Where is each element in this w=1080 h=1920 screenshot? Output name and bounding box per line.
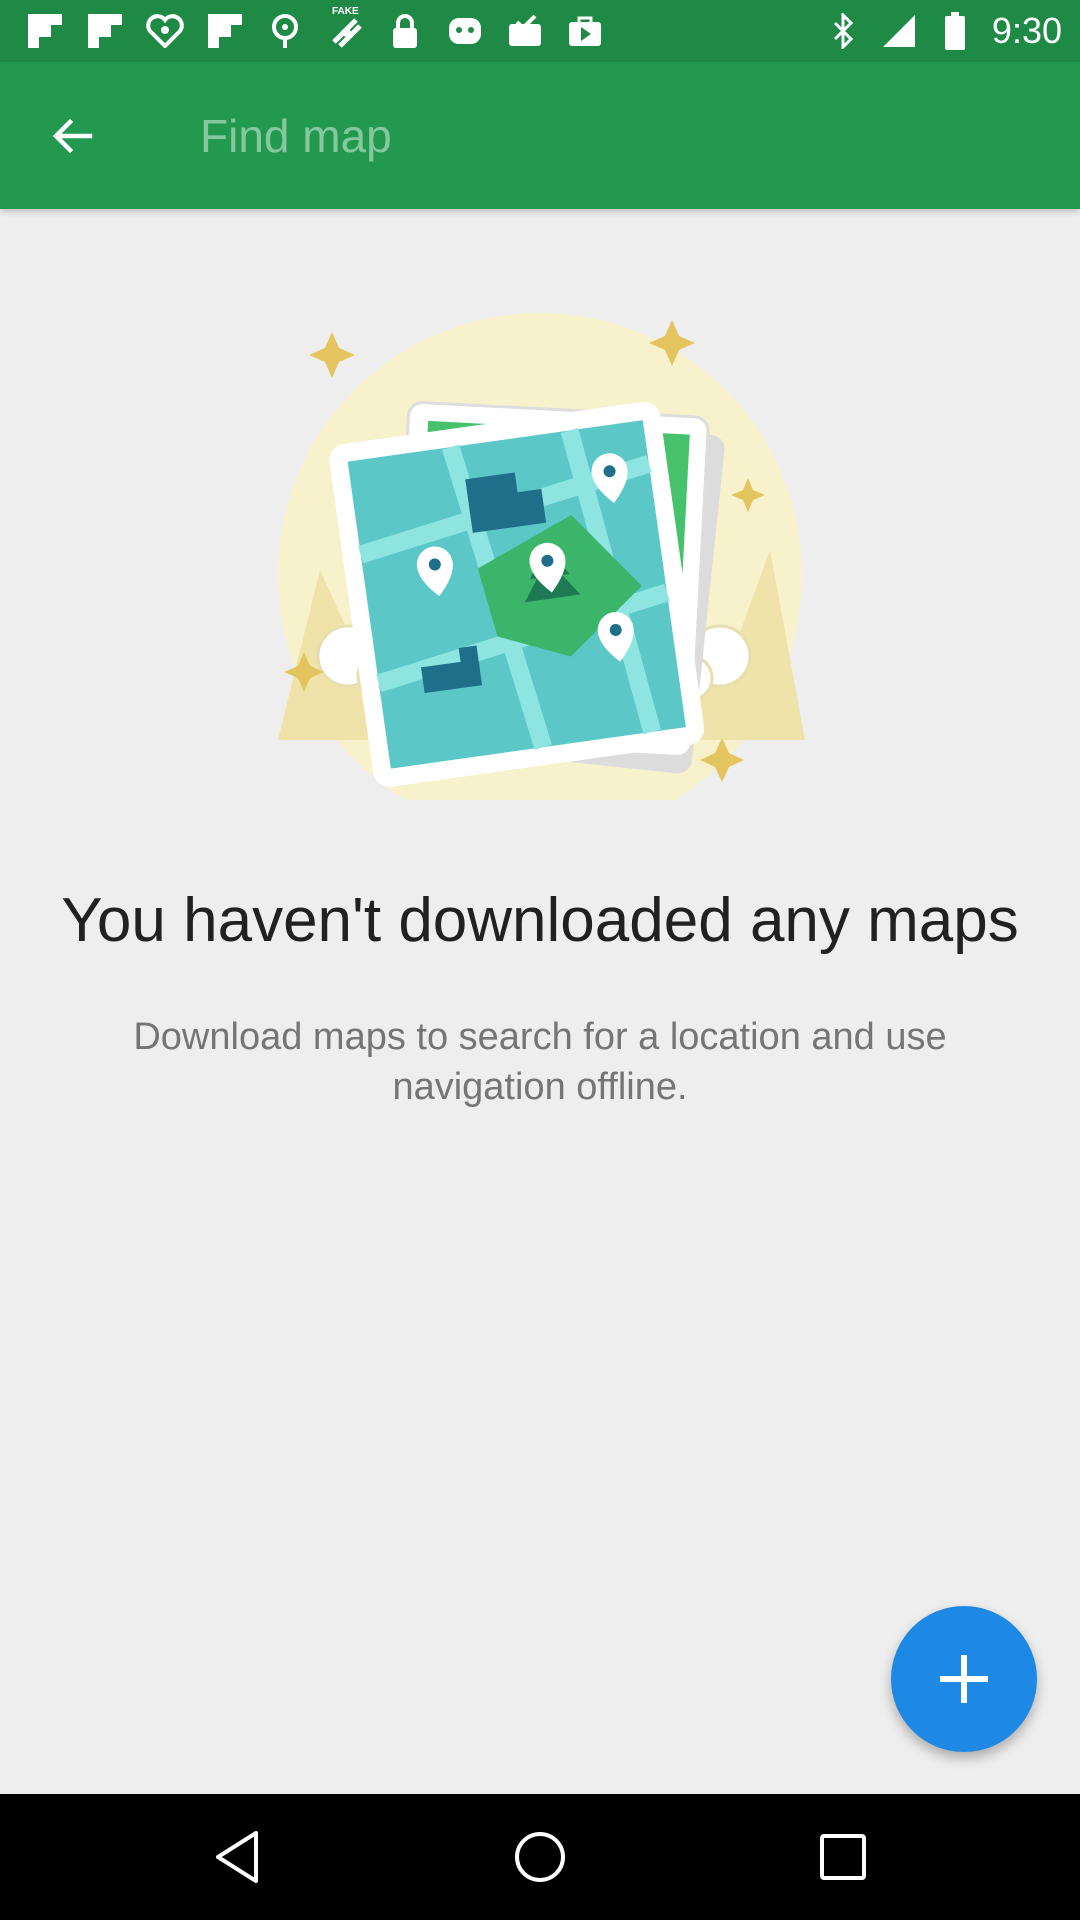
lock-icon [386,12,424,50]
nav-recents-icon [820,1834,866,1880]
iheartradio-icon [146,12,184,50]
flipboard-icon [206,12,244,50]
find-map-input[interactable] [200,100,1020,172]
play-store-icon [566,12,604,50]
navigation-bar [0,1794,1080,1920]
nav-back-button[interactable] [204,1824,270,1890]
pin-icon [266,12,304,50]
flipboard-icon [26,12,64,50]
status-bar: FAKE 9:30 [0,0,1080,62]
flipboard-icon [86,12,124,50]
system-status: 9:30 [824,10,1062,52]
back-button[interactable] [40,104,104,168]
empty-state-message: Download maps to search for a location a… [133,1016,947,1108]
app-bar [0,62,1080,209]
nav-home-button[interactable] [507,1824,573,1890]
battery-icon [936,12,974,50]
clock: 9:30 [991,10,1062,51]
notification-icons: FAKE [26,6,604,50]
inbox-icon [506,12,544,50]
nav-home-icon [515,1832,565,1882]
fake-label: FAKE [332,6,359,17]
signal-icon [880,12,918,50]
nav-back-icon [216,1831,258,1883]
folded-maps-illustration [260,300,820,837]
add-map-button[interactable] [891,1606,1037,1752]
android-icon [446,12,484,50]
fake-gps-icon: FAKE [326,6,364,50]
plus-icon [940,1655,988,1703]
arrow-back-icon [52,118,93,154]
bluetooth-icon [824,12,862,50]
nav-recents-button[interactable] [810,1824,876,1890]
empty-state-title: You haven't downloaded any maps [61,886,1019,955]
